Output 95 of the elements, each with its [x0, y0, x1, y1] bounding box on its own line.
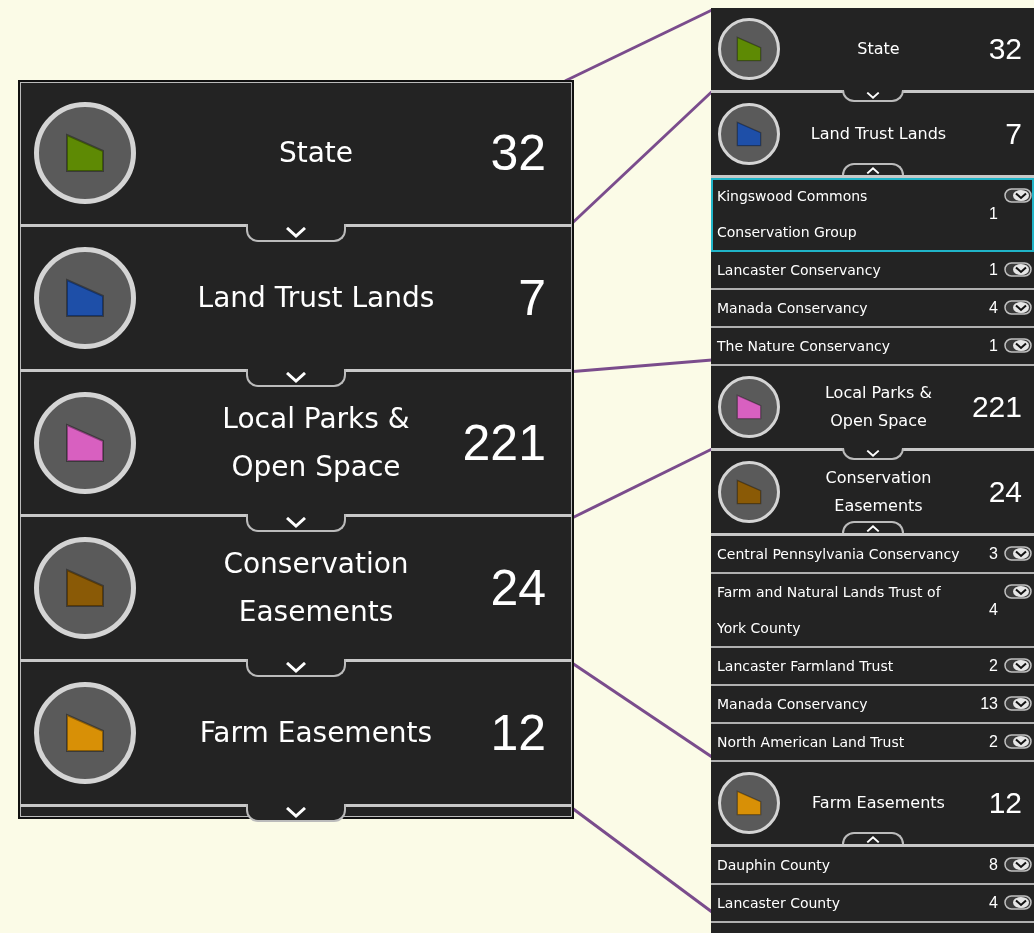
item-name: Dauphin County [717, 856, 832, 875]
category-count: 24 [987, 475, 1023, 509]
list-item[interactable]: Central Pennsylvania Conservancy 3 [711, 536, 1034, 574]
expand-icon [1004, 895, 1032, 910]
list-item[interactable]: Manada Conservancy 13 [711, 686, 1034, 724]
expand-button[interactable] [1004, 188, 1032, 203]
expand-icon [1004, 262, 1032, 277]
category-count: 12 [987, 786, 1023, 820]
chevron-down-icon [285, 806, 307, 818]
item-name: Farm and Natural Lands Trust of York County [717, 583, 942, 638]
expand-button[interactable] [1004, 546, 1032, 561]
category-label: Land Trust Lands [196, 280, 436, 317]
expand-toggle[interactable] [246, 659, 346, 677]
category-label: State [856, 38, 901, 60]
category-label: Farm Easements [811, 792, 946, 814]
expand-toggle[interactable] [841, 521, 904, 533]
chevron-down-icon [285, 661, 307, 673]
category-label: Conservation Easements [222, 546, 410, 630]
list-item[interactable]: Lancaster Farmland Trust 2 [711, 648, 1034, 686]
expand-button[interactable] [1004, 338, 1032, 353]
list-item[interactable]: The Nature Conservancy 1 [711, 328, 1034, 366]
expand-icon [1004, 338, 1032, 353]
expand-toggle[interactable] [246, 804, 346, 822]
item-count: 2 [988, 657, 998, 675]
category-count: 7 [517, 269, 547, 327]
category-label: Conservation Easements [824, 467, 933, 517]
expand-button[interactable] [1004, 734, 1032, 749]
item-count: 13 [979, 695, 998, 713]
list-item[interactable]: North American Land Trust 2 [711, 724, 1034, 762]
chevron-down-icon [285, 516, 307, 528]
item-count: 8 [988, 856, 998, 874]
expand-icon [1004, 300, 1032, 315]
expand-icon [1004, 546, 1032, 561]
item-name: Kingswood Commons Conservation Group [717, 187, 869, 242]
expand-toggle[interactable] [841, 832, 904, 844]
chevron-up-icon [865, 166, 880, 174]
category-count: 32 [987, 32, 1023, 66]
expand-toggle[interactable] [246, 224, 346, 242]
expand-icon [1004, 696, 1032, 711]
category-count: 7 [1004, 117, 1023, 151]
expand-toggle[interactable] [841, 448, 904, 460]
expand-toggle[interactable] [841, 90, 904, 102]
expand-icon [1004, 584, 1032, 599]
list-item[interactable]: Kingswood Commons Conservation Group 1 [711, 178, 1034, 252]
expand-button[interactable] [1004, 300, 1032, 315]
list-item[interactable]: Dauphin County 8 [711, 847, 1034, 885]
expand-icon [1004, 658, 1032, 673]
category-label: Local Parks & Open Space [824, 382, 933, 432]
expand-button[interactable] [1004, 857, 1032, 872]
item-count: 2 [988, 733, 998, 751]
expand-toggle[interactable] [246, 369, 346, 387]
item-count: 4 [988, 601, 998, 619]
expand-toggle[interactable] [246, 514, 346, 532]
expand-icon [1004, 857, 1032, 872]
chevron-up-icon [865, 524, 880, 532]
expand-button[interactable] [1004, 262, 1032, 277]
chevron-down-icon [285, 226, 307, 238]
expand-button[interactable] [1004, 658, 1032, 673]
category-count: 12 [489, 704, 547, 762]
expand-button[interactable] [1004, 584, 1032, 599]
expand-icon [1004, 188, 1032, 203]
list-item[interactable]: Manada Conservancy 4 [711, 290, 1034, 328]
item-name: Lancaster Conservancy [717, 261, 882, 280]
chevron-up-icon [865, 835, 880, 843]
list-item[interactable]: Lancaster County 4 [711, 885, 1034, 923]
expand-icon [1004, 734, 1032, 749]
category-count: 32 [489, 124, 547, 182]
item-name: North American Land Trust [717, 733, 906, 752]
item-count: 1 [988, 205, 998, 223]
item-name: Manada Conservancy [717, 299, 869, 318]
item-count: 1 [988, 337, 998, 355]
item-count: 3 [988, 545, 998, 563]
item-name: Manada Conservancy [717, 695, 869, 714]
category-label: Land Trust Lands [809, 123, 948, 145]
expand-button[interactable] [1004, 895, 1032, 910]
expand-toggle[interactable] [841, 163, 904, 175]
chevron-down-icon [865, 91, 880, 99]
list-item[interactable]: Lancaster Conservancy 1 [711, 252, 1034, 290]
item-count: 1 [988, 261, 998, 279]
category-label: Farm Easements [198, 715, 434, 752]
category-count: 221 [461, 414, 547, 472]
category-label: Local Parks & Open Space [221, 401, 411, 485]
chevron-down-icon [285, 371, 307, 383]
category-count: 24 [489, 559, 547, 617]
item-name: The Nature Conservancy [717, 337, 891, 356]
list-item[interactable]: Farm and Natural Lands Trust of York County 4 [711, 574, 1034, 648]
chevron-down-icon [865, 449, 880, 457]
item-count: 4 [988, 894, 998, 912]
category-count: 221 [970, 390, 1023, 424]
item-name: Lancaster County [717, 894, 841, 913]
expand-button[interactable] [1004, 696, 1032, 711]
item-name: Lancaster Farmland Trust [717, 657, 895, 676]
item-count: 4 [988, 299, 998, 317]
item-name: Central Pennsylvania Conservancy [717, 545, 961, 564]
category-label: State [277, 135, 355, 172]
